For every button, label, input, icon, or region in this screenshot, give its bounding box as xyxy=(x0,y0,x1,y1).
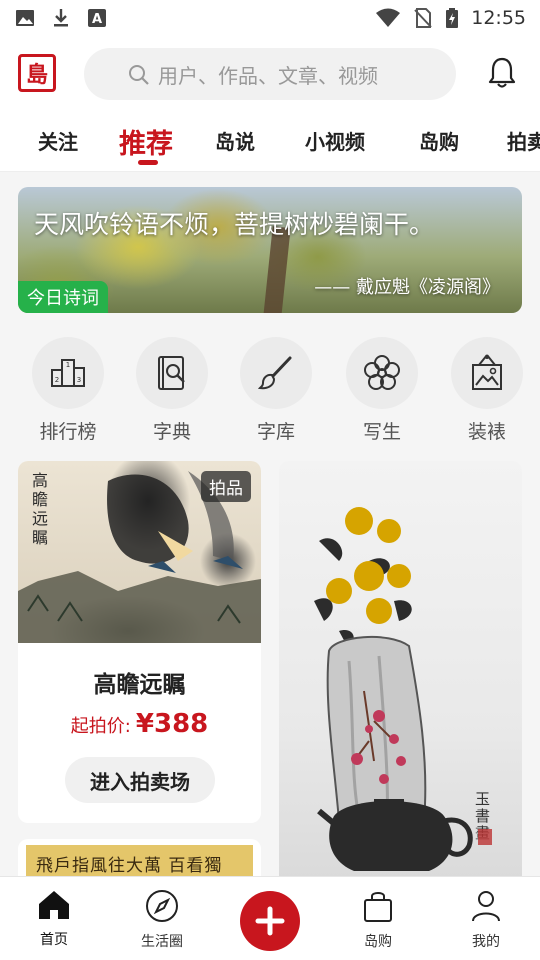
tab-short-video[interactable]: 小视频 xyxy=(305,126,365,155)
app-header: 島 用户、作品、文章、视频 xyxy=(0,36,540,112)
tab-island-shop[interactable]: 岛购 xyxy=(419,126,459,155)
svg-text:A: A xyxy=(92,12,102,27)
bottom-navigation: 首页 生活圈 岛购 我的 xyxy=(0,876,540,960)
svg-text:1: 1 xyxy=(66,361,70,369)
svg-text:3: 3 xyxy=(77,376,81,384)
quick-item-label: 装裱 xyxy=(467,421,506,443)
status-bar: A 12:55 xyxy=(0,0,540,36)
app-logo[interactable]: 島 xyxy=(18,54,56,92)
price-label: 起拍价: xyxy=(70,716,131,737)
nav-mine[interactable]: 我的 xyxy=(446,889,526,951)
nav-label: 岛购 xyxy=(364,934,392,950)
user-icon xyxy=(472,891,500,922)
tab-auction[interactable]: 拍卖 xyxy=(507,126,540,155)
frame-icon xyxy=(472,354,502,390)
no-sim-icon xyxy=(414,8,432,28)
nav-home[interactable]: 首页 xyxy=(14,889,94,949)
nav-label: 首页 xyxy=(40,932,68,948)
price-value: ¥388 xyxy=(135,709,209,739)
tab-recommend[interactable]: 推荐 xyxy=(119,122,173,161)
shopping-bag-icon xyxy=(364,892,392,922)
search-icon xyxy=(129,65,149,85)
quick-item-dictionary[interactable]: 字典 xyxy=(132,337,212,444)
tab-island-talk[interactable]: 岛说 xyxy=(215,126,255,155)
quick-item-label: 写生 xyxy=(362,421,401,443)
podium-icon: 12 3 xyxy=(51,359,85,387)
notification-bell-icon[interactable] xyxy=(486,56,518,90)
flower-icon xyxy=(364,355,400,390)
quick-item-font-library[interactable]: 字库 xyxy=(236,337,316,444)
nav-label: 生活圈 xyxy=(141,934,183,950)
quick-item-label: 字库 xyxy=(256,421,295,443)
auction-badge: 拍品 xyxy=(201,471,251,502)
active-tab-indicator xyxy=(138,160,158,165)
create-post-button[interactable] xyxy=(240,891,300,951)
tab-follow[interactable]: 关注 xyxy=(38,126,78,155)
home-icon xyxy=(39,891,69,919)
search-placeholder: 用户、作品、文章、视频 xyxy=(158,63,378,88)
compass-icon xyxy=(146,890,178,922)
wifi-icon xyxy=(376,8,401,27)
text-notification-icon: A xyxy=(88,9,106,27)
svg-text:2: 2 xyxy=(55,376,59,384)
banner-tag: 今日诗词 xyxy=(18,281,108,313)
brush-icon xyxy=(257,356,292,390)
starting-price: 起拍价: ¥388 xyxy=(18,709,261,739)
category-tabs: 关注 推荐 岛说 小视频 岛购 拍卖 xyxy=(0,112,540,172)
plus-icon xyxy=(255,906,285,936)
quick-item-label: 字典 xyxy=(152,421,191,443)
daily-poem-banner[interactable]: 天风吹铃语不烦，菩提树杪碧阑干。 —— 戴应魁《凌源阁》 今日诗词 xyxy=(18,187,522,313)
nav-island-shop[interactable]: 岛购 xyxy=(338,889,418,951)
quick-item-sketching[interactable]: 写生 xyxy=(342,337,422,444)
quick-menu: 12 3 排行榜 字典 字库 写生 装裱 xyxy=(0,337,540,447)
auction-card[interactable]: 高瞻远瞩 拍品 高瞻远瞩 起拍价: ¥388 进入拍卖场 xyxy=(18,461,261,823)
status-time: 12:55 xyxy=(471,7,526,29)
enter-auction-button[interactable]: 进入拍卖场 xyxy=(65,757,215,803)
quick-item-mounting[interactable]: 装裱 xyxy=(447,337,527,444)
banner-author: —— 戴应魁《凌源阁》 xyxy=(314,277,500,298)
nav-label: 我的 xyxy=(472,934,500,950)
painting-card[interactable]: 玉書畫 xyxy=(279,461,522,901)
dictionary-icon xyxy=(158,356,185,390)
nav-life-circle[interactable]: 生活圈 xyxy=(122,889,202,951)
eagle-painting-image: 高瞻远瞩 拍品 xyxy=(18,461,261,643)
download-notification-icon xyxy=(54,9,68,27)
image-notification-icon xyxy=(16,10,34,26)
banner-poem: 天风吹铃语不烦，菩提树杪碧阑干。 xyxy=(34,210,435,239)
red-seal-stamp xyxy=(478,829,492,845)
artwork-title: 高瞻远瞩 xyxy=(93,672,186,698)
quick-item-label: 排行榜 xyxy=(39,421,97,443)
quick-item-ranking[interactable]: 12 3 排行榜 xyxy=(28,337,108,444)
battery-charging-icon xyxy=(446,8,459,28)
app-screen: A 12:55 島 用户、作品、文章、视频 关注 推荐 岛说 小视频 岛购 拍卖… xyxy=(0,0,540,960)
search-bar[interactable]: 用户、作品、文章、视频 xyxy=(84,48,456,100)
